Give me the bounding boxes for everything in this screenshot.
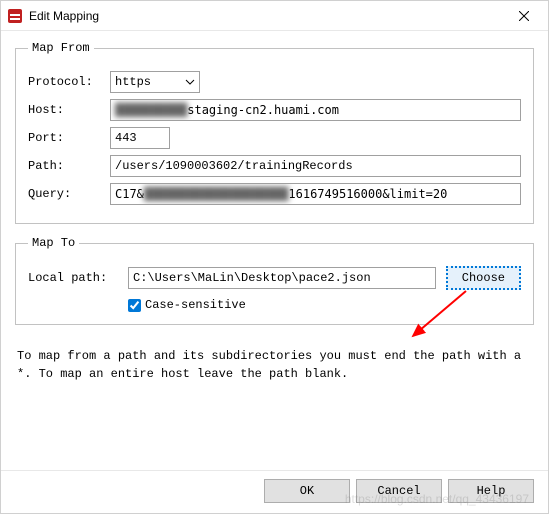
port-label: Port: — [28, 131, 110, 145]
button-bar: OK Cancel Help — [1, 470, 548, 513]
case-sensitive-checkbox[interactable] — [128, 299, 141, 312]
choose-button[interactable]: Choose — [446, 266, 521, 290]
host-row: Host: ██████████staging-cn2.huami.com — [28, 99, 521, 121]
protocol-select[interactable]: https — [110, 71, 200, 93]
dialog-window: Edit Mapping Map From Protocol: https Ho… — [0, 0, 549, 514]
map-from-group: Map From Protocol: https Host: █████████… — [15, 41, 534, 224]
cancel-button[interactable]: Cancel — [356, 479, 442, 503]
host-input[interactable]: ██████████staging-cn2.huami.com — [110, 99, 521, 121]
query-suffix: 1616749516000&limit=20 — [288, 187, 447, 201]
query-label: Query: — [28, 187, 110, 201]
close-button[interactable] — [504, 2, 544, 30]
protocol-value: https — [115, 75, 151, 89]
ok-button[interactable]: OK — [264, 479, 350, 503]
path-row: Path: — [28, 155, 521, 177]
map-to-group: Map To Local path: Choose Case-sensitive — [15, 236, 534, 325]
dialog-content: Map From Protocol: https Host: █████████… — [1, 31, 548, 470]
local-path-row: Local path: Choose — [28, 266, 521, 290]
query-obscured: ████████████████████ — [144, 187, 289, 201]
map-to-legend: Map To — [28, 236, 79, 250]
chevron-down-icon — [185, 77, 195, 87]
query-input[interactable]: C17&████████████████████1616749516000&li… — [110, 183, 521, 205]
protocol-label: Protocol: — [28, 75, 110, 89]
query-row: Query: C17&████████████████████161674951… — [28, 183, 521, 205]
local-path-input[interactable] — [128, 267, 436, 289]
path-label: Path: — [28, 159, 110, 173]
case-sensitive-row: Case-sensitive — [128, 298, 521, 312]
titlebar: Edit Mapping — [1, 1, 548, 31]
case-sensitive-label: Case-sensitive — [145, 298, 246, 312]
window-title: Edit Mapping — [29, 9, 504, 23]
host-visible: staging-cn2.huami.com — [187, 103, 339, 117]
port-input[interactable] — [110, 127, 170, 149]
app-icon — [7, 8, 23, 24]
protocol-row: Protocol: https — [28, 71, 521, 93]
hint-text: To map from a path and its subdirectorie… — [17, 347, 532, 383]
query-prefix: C17& — [115, 187, 144, 201]
host-label: Host: — [28, 103, 110, 117]
map-from-legend: Map From — [28, 41, 94, 55]
host-obscured: ██████████ — [115, 103, 187, 117]
close-icon — [519, 11, 529, 21]
port-row: Port: — [28, 127, 521, 149]
help-button[interactable]: Help — [448, 479, 534, 503]
path-input[interactable] — [110, 155, 521, 177]
local-path-label: Local path: — [28, 271, 128, 285]
